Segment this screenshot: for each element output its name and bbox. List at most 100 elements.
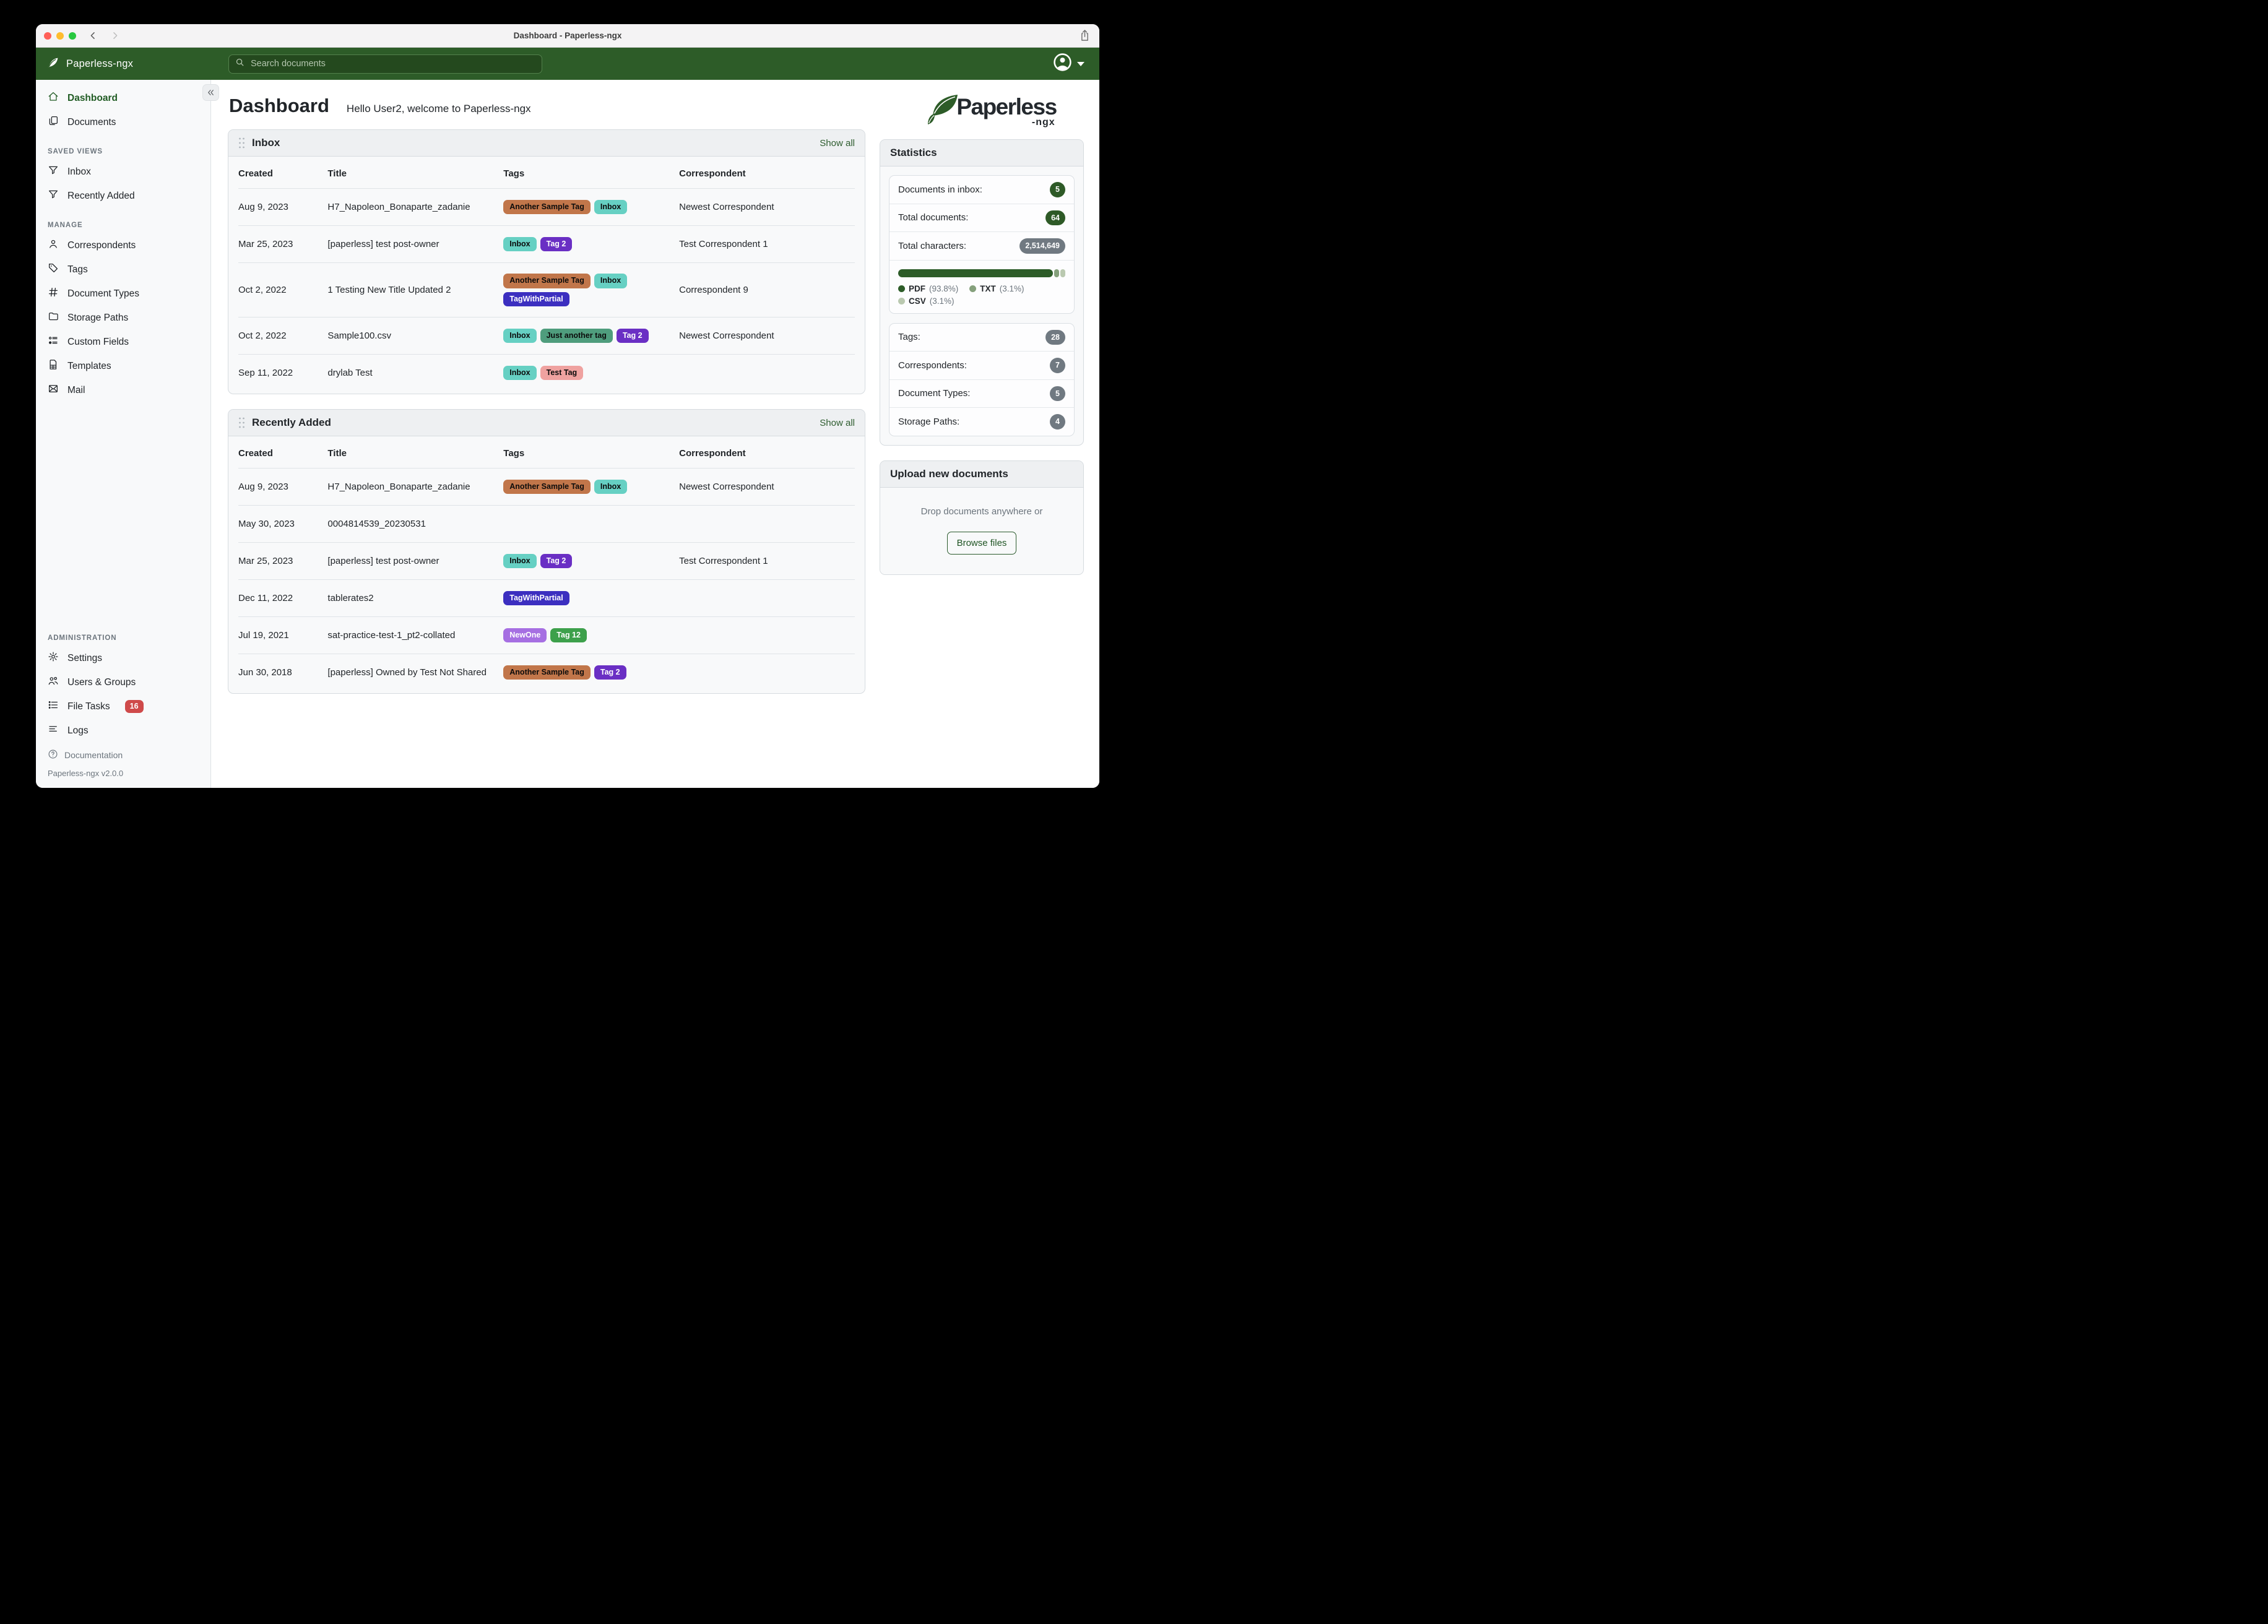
- brand-label: Paperless-ngx: [66, 58, 134, 69]
- cell-tags: TagWithPartial: [503, 589, 679, 608]
- sidebar-item-settings[interactable]: Settings: [36, 646, 210, 670]
- drag-handle-icon[interactable]: [238, 137, 245, 149]
- document-row[interactable]: Mar 25, 2023 [paperless] test post-owner I…: [238, 225, 855, 262]
- tag-pill[interactable]: Tag 2: [594, 665, 626, 680]
- tag-pill[interactable]: Another Sample Tag: [503, 199, 591, 215]
- documentation-link[interactable]: Documentation: [48, 749, 199, 761]
- sidebar-item-storage-paths[interactable]: Storage Paths: [36, 306, 210, 330]
- drag-handle-icon[interactable]: [238, 417, 245, 429]
- tag-pill[interactable]: Tag 12: [550, 628, 587, 643]
- document-row[interactable]: May 30, 2023 0004814539_20230531: [238, 505, 855, 542]
- tag-pill[interactable]: NewOne: [503, 628, 547, 643]
- search-input[interactable]: [249, 58, 535, 69]
- document-row[interactable]: Dec 11, 2022 tablerates2 TagWithPartial: [238, 579, 855, 616]
- document-row[interactable]: Sep 11, 2022 drylab Test Inbox Test Tag: [238, 354, 855, 391]
- sidebar-item-tags[interactable]: Tags: [36, 257, 210, 282]
- legend-item-pdf: PDF (93.8%): [898, 284, 958, 293]
- tag-pill[interactable]: Tag 2: [540, 553, 573, 569]
- sidebar-item-custom-fields[interactable]: Custom Fields: [36, 330, 210, 354]
- cell-created: Dec 11, 2022: [238, 593, 293, 603]
- stat-row-documents-in-inbox: Documents in inbox: 5: [889, 176, 1074, 204]
- tag-pill[interactable]: TagWithPartial: [503, 292, 569, 306]
- upload-card: Upload new documents Drop documents anyw…: [880, 460, 1084, 575]
- sidebar-item-recently-added[interactable]: Recently Added: [36, 184, 210, 208]
- minimize-window-button[interactable]: [56, 32, 64, 40]
- tag-pill[interactable]: Inbox: [594, 199, 628, 215]
- cell-title: tablerates2: [327, 593, 374, 603]
- sidebar-item-users-groups[interactable]: Users & Groups: [36, 670, 210, 694]
- recently-added-show-all-link[interactable]: Show all: [820, 418, 855, 428]
- zoom-window-button[interactable]: [69, 32, 76, 40]
- inbox-card: Inbox Show all Created Title Tags Corres…: [228, 129, 865, 394]
- top-navbar: Paperless-ngx: [36, 48, 1099, 80]
- cell-created: May 30, 2023: [238, 519, 295, 529]
- document-row[interactable]: Mar 25, 2023 [paperless] test post-owner I…: [238, 542, 855, 579]
- inbox-table-body: Aug 9, 2023 H7_Napoleon_Bonaparte_zadanie…: [238, 188, 855, 391]
- progress-segment-csv: [1060, 269, 1066, 277]
- tag-pill[interactable]: Tag 2: [540, 236, 573, 252]
- tag-pill[interactable]: Inbox: [503, 236, 537, 252]
- cell-title: [paperless] test post-owner: [327, 239, 439, 249]
- document-row[interactable]: Jun 30, 2018 [paperless] Owned by Test No…: [238, 654, 855, 691]
- cell-title: 1 Testing New Title Updated 2: [327, 285, 451, 295]
- cell-title: 0004814539_20230531: [327, 519, 426, 529]
- sidebar-item-documents[interactable]: Documents: [36, 110, 210, 134]
- forward-icon[interactable]: [110, 31, 119, 40]
- close-window-button[interactable]: [44, 32, 51, 40]
- filetype-breakdown: PDF (93.8%) TXT (3.1%) CSV (3.1%): [889, 259, 1074, 313]
- desktop: { "titlebar": { "title": "Dashboard - Pa…: [0, 0, 1134, 812]
- sidebar-item-templates[interactable]: Templates: [36, 354, 210, 378]
- document-row[interactable]: Jul 19, 2021 sat-practice-test-1_pt2-coll…: [238, 616, 855, 654]
- back-icon[interactable]: [89, 31, 98, 40]
- home-icon: [48, 91, 59, 105]
- drop-hint-text: Drop documents anywhere or: [920, 506, 1043, 517]
- document-row[interactable]: Oct 2, 2022 Sample100.csv Inbox Just anothe…: [238, 317, 855, 354]
- recently-added-table-header: Created Title Tags Correspondent: [238, 448, 746, 459]
- inbox-show-all-link[interactable]: Show all: [820, 138, 855, 149]
- stat-badge: 5: [1050, 386, 1065, 401]
- sidebar-item-dashboard[interactable]: Dashboard: [36, 86, 210, 110]
- recently-added-card: Recently Added Show all Created Title Ta…: [228, 409, 865, 694]
- filetype-legend: PDF (93.8%) TXT (3.1%) CSV (3.1%): [898, 284, 1065, 306]
- template-icon: [48, 359, 59, 373]
- sidebar-collapse-button[interactable]: [202, 84, 219, 101]
- tag-pill[interactable]: Inbox: [503, 553, 537, 569]
- sidebar-item-inbox[interactable]: Inbox: [36, 160, 210, 184]
- macos-titlebar: Dashboard - Paperless-ngx: [36, 24, 1099, 48]
- cell-correspondent: Test Correspondent 1: [679, 556, 768, 566]
- cell-created: Aug 9, 2023: [238, 482, 288, 492]
- sidebar-item-file-tasks[interactable]: File Tasks 16: [36, 694, 210, 719]
- window-controls: [44, 32, 76, 40]
- tag-pill[interactable]: Just another tag: [540, 328, 613, 343]
- tag-pill[interactable]: Tag 2: [616, 328, 649, 343]
- tag-pill[interactable]: Inbox: [503, 328, 537, 343]
- tag-pill[interactable]: Inbox: [503, 365, 537, 381]
- browse-files-button[interactable]: Browse files: [946, 531, 1017, 555]
- document-row[interactable]: Aug 9, 2023 H7_Napoleon_Bonaparte_zadanie…: [238, 468, 855, 505]
- inbox-table-header: Created Title Tags Correspondent: [238, 168, 746, 179]
- cell-correspondent: Correspondent 9: [679, 285, 748, 295]
- tag-pill[interactable]: TagWithPartial: [503, 590, 569, 606]
- document-row[interactable]: Oct 2, 2022 1 Testing New Title Updated 2…: [238, 262, 855, 317]
- brand[interactable]: Paperless-ngx: [46, 56, 133, 72]
- upload-dropzone[interactable]: Drop documents anywhere or Browse files: [880, 487, 1083, 574]
- tag-pill[interactable]: Inbox: [594, 274, 628, 288]
- tag-pill[interactable]: Test Tag: [540, 365, 584, 381]
- users-icon: [48, 675, 59, 689]
- sidebar-item-correspondents[interactable]: Correspondents: [36, 233, 210, 257]
- document-row[interactable]: Aug 9, 2023 H7_Napoleon_Bonaparte_zadanie…: [238, 188, 855, 225]
- sidebar-item-mail[interactable]: Mail: [36, 378, 210, 402]
- tag-pill[interactable]: Inbox: [594, 479, 628, 495]
- sidebar-item-logs[interactable]: Logs: [36, 719, 210, 743]
- gear-icon: [48, 651, 59, 665]
- tag-pill[interactable]: Another Sample Tag: [503, 274, 591, 288]
- share-icon[interactable]: [1080, 29, 1090, 45]
- sidebar-item-document-types[interactable]: Document Types: [36, 282, 210, 306]
- search-box: [228, 54, 542, 74]
- tag-pill[interactable]: Another Sample Tag: [503, 665, 591, 680]
- cell-title: sat-practice-test-1_pt2-collated: [327, 630, 456, 641]
- user-menu[interactable]: [1053, 53, 1084, 75]
- inbox-card-header: Inbox Show all: [228, 130, 865, 157]
- tag-pill[interactable]: Another Sample Tag: [503, 479, 591, 495]
- paperless-logo: Paperless -ngx: [896, 92, 1084, 131]
